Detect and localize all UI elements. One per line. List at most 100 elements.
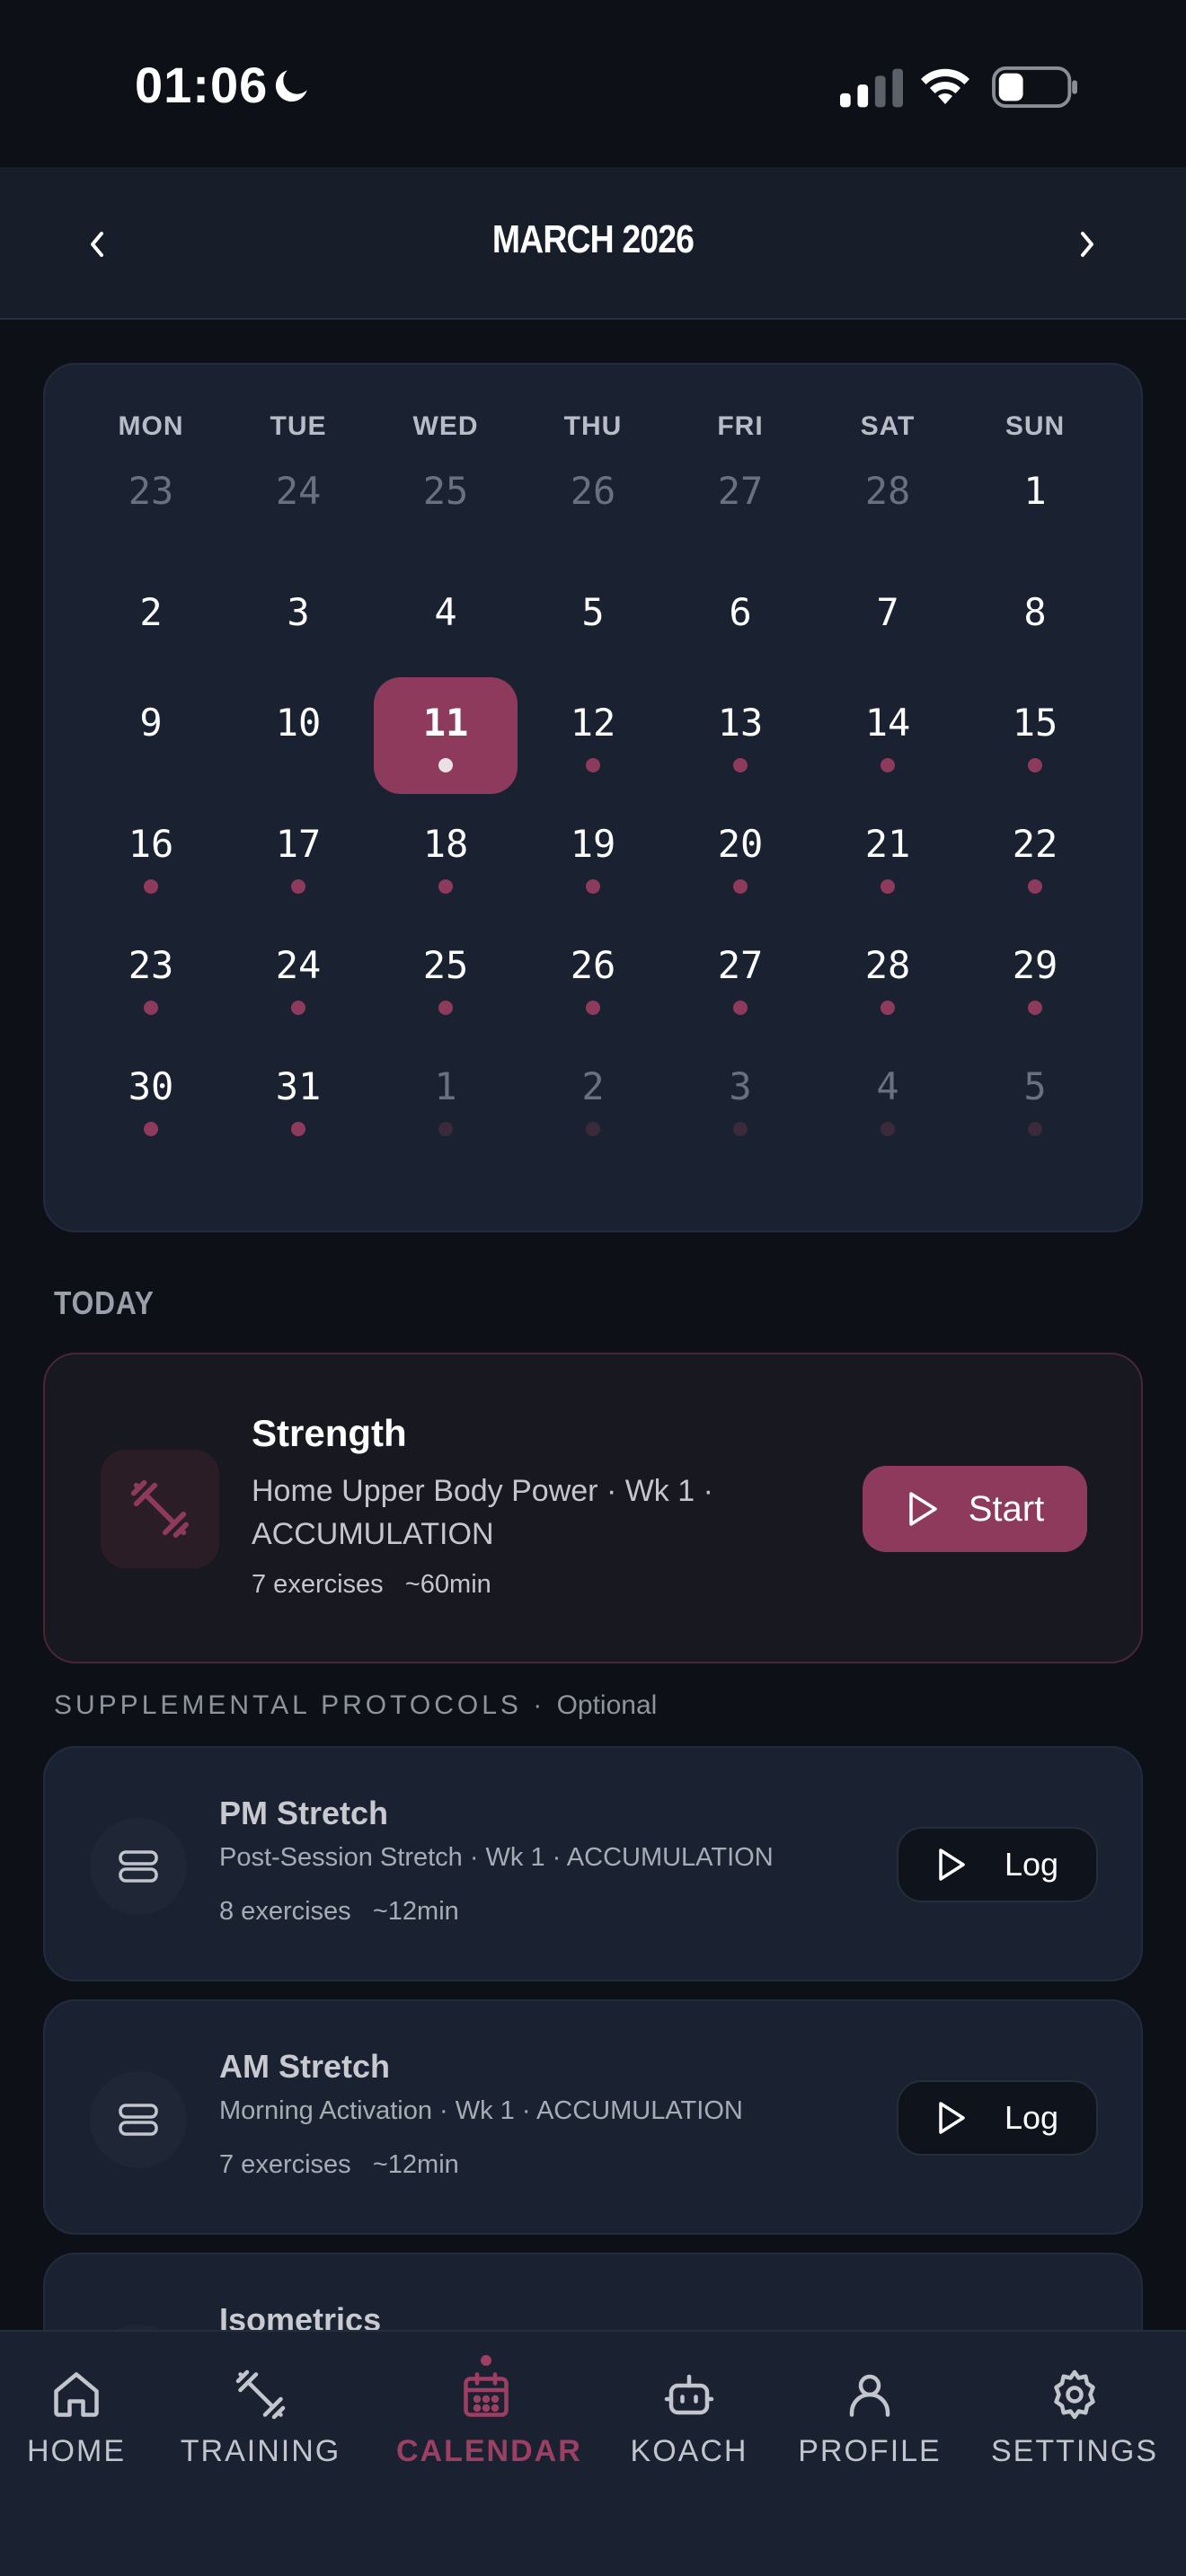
log-button[interactable]: Log <box>897 2080 1098 2156</box>
protocol-exercise-count: 7 exercises <box>219 2150 351 2179</box>
calendar-day[interactable]: 10 <box>226 677 370 794</box>
scheduled-dot <box>733 758 748 772</box>
calendar-day[interactable]: 22 <box>963 798 1107 915</box>
day-number: 16 <box>128 822 174 866</box>
next-month-button[interactable] <box>1060 217 1114 271</box>
nav-item-calendar[interactable]: CALENDAR <box>396 2355 582 2469</box>
protocol-duration: ~12min <box>372 1897 459 1926</box>
calendar-day[interactable]: 18 <box>374 798 518 915</box>
nav-item-settings[interactable]: SETTINGS <box>985 2368 1164 2469</box>
calendar-day[interactable]: 21 <box>816 798 960 915</box>
label-separator: · <box>521 1690 557 1720</box>
calendar-day[interactable]: 26 <box>521 920 665 1037</box>
calendar-day[interactable]: 4 <box>374 567 518 684</box>
day-number: 26 <box>570 469 616 513</box>
calendar-day[interactable]: 31 <box>226 1041 370 1158</box>
calendar-day[interactable]: 13 <box>668 677 812 794</box>
protocol-card[interactable]: PM Stretch Post-Session Stretch · Wk 1 ·… <box>43 1746 1143 1981</box>
home-icon <box>54 2372 99 2417</box>
calendar-day[interactable]: 25 <box>374 920 518 1037</box>
calendar-day[interactable]: 7 <box>816 567 960 684</box>
workout-subtitle: Home Upper Body Power · Wk 1 · ACCUMULAT… <box>252 1474 713 1551</box>
calendar-day[interactable]: 9 <box>79 677 223 794</box>
day-number: 26 <box>570 943 616 987</box>
month-title: MARCH 2026 <box>491 217 695 261</box>
calendar-day[interactable]: 5 <box>521 567 665 684</box>
month-header: MARCH 2026 <box>0 167 1186 320</box>
day-number: 24 <box>275 943 322 987</box>
nav-label: KOACH <box>630 2434 748 2468</box>
calendar-day[interactable]: 23 <box>79 920 223 1037</box>
calendar-day[interactable]: 29 <box>963 920 1107 1037</box>
nav-label: CALENDAR <box>396 2434 582 2468</box>
scheduled-dot <box>733 879 748 894</box>
calendar-day[interactable]: 2 <box>79 567 223 684</box>
calendar-day[interactable]: 4 <box>816 1041 960 1158</box>
play-icon <box>939 1848 965 1881</box>
calendar-day[interactable]: 2 <box>521 1041 665 1158</box>
protocol-meta: 8 exercises ~12min <box>219 1897 459 1927</box>
protocol-title: AM Stretch <box>219 2048 391 2085</box>
scheduled-dot <box>144 879 158 894</box>
protocol-card[interactable]: AM Stretch Morning Activation · Wk 1 · A… <box>43 1999 1143 2235</box>
day-number: 28 <box>864 943 911 987</box>
scheduled-dot <box>291 879 305 894</box>
day-number: 14 <box>864 701 911 745</box>
calendar-day[interactable]: 20 <box>668 798 812 915</box>
calendar-day[interactable]: 15 <box>963 677 1107 794</box>
calendar-day[interactable]: 16 <box>79 798 223 915</box>
nav-label: SETTINGS <box>990 2434 1159 2468</box>
calendar-day[interactable]: 27 <box>668 920 812 1037</box>
scheduled-dot <box>1028 1122 1042 1136</box>
start-button-label: Start <box>968 1488 1045 1529</box>
user-icon <box>849 2374 890 2417</box>
calendar-day[interactable]: 14 <box>816 677 960 794</box>
calendar-day[interactable]: 5 <box>963 1041 1107 1158</box>
moon-icon <box>275 70 307 102</box>
calendar-day[interactable]: 25 <box>374 446 518 562</box>
calendar-day[interactable]: 1 <box>374 1041 518 1158</box>
protocol-duration: ~12min <box>372 2150 459 2179</box>
nav-item-koach[interactable]: KOACH <box>599 2368 779 2469</box>
day-number: 29 <box>1012 943 1058 987</box>
day-number: 5 <box>1023 1064 1047 1108</box>
calendar-day[interactable]: 27 <box>668 446 812 562</box>
calendar-day[interactable]: 19 <box>521 798 665 915</box>
weekday-label: FRI <box>717 411 764 441</box>
scheduled-dot <box>1028 758 1042 772</box>
calendar-day[interactable]: 28 <box>816 920 960 1037</box>
calendar-day[interactable]: 26 <box>521 446 665 562</box>
start-workout-button[interactable]: Start <box>863 1466 1087 1552</box>
day-number: 1 <box>434 1064 457 1108</box>
protocol-icon-box <box>90 2071 187 2168</box>
calendar-day[interactable]: 28 <box>816 446 960 562</box>
protocol-icon-box <box>90 1818 187 1915</box>
day-number: 24 <box>275 469 322 513</box>
play-icon <box>939 2102 965 2134</box>
calendar-day[interactable]: 6 <box>668 567 812 684</box>
day-number: 4 <box>434 590 457 634</box>
calendar-day[interactable]: 24 <box>226 920 370 1037</box>
calendar-day[interactable]: 3 <box>226 567 370 684</box>
log-button[interactable]: Log <box>897 1827 1098 1902</box>
nav-item-profile[interactable]: PROFILE <box>780 2368 960 2469</box>
calendar-day[interactable]: 11 <box>374 677 518 794</box>
today-workout-card[interactable]: Strength Home Upper Body Power · Wk 1 · … <box>43 1353 1143 1663</box>
day-number: 27 <box>717 943 764 987</box>
calendar-day[interactable]: 3 <box>668 1041 812 1158</box>
calendar-day[interactable]: 12 <box>521 677 665 794</box>
calendar-day[interactable]: 30 <box>79 1041 223 1158</box>
play-icon <box>909 1492 937 1526</box>
scheduled-dot <box>438 879 453 894</box>
scheduled-dot <box>1028 879 1042 894</box>
calendar-day[interactable]: 24 <box>226 446 370 562</box>
calendar-day[interactable]: 17 <box>226 798 370 915</box>
calendar-day[interactable]: 1 <box>963 446 1107 562</box>
calendar-day[interactable]: 8 <box>963 567 1107 684</box>
calendar-day[interactable]: 23 <box>79 446 223 562</box>
nav-item-training[interactable]: TRAINING <box>171 2368 350 2469</box>
workout-duration: ~60min <box>404 1570 491 1599</box>
day-number: 5 <box>581 590 605 634</box>
nav-item-home[interactable]: HOME <box>0 2368 166 2469</box>
workout-title: Strength <box>252 1412 407 1454</box>
